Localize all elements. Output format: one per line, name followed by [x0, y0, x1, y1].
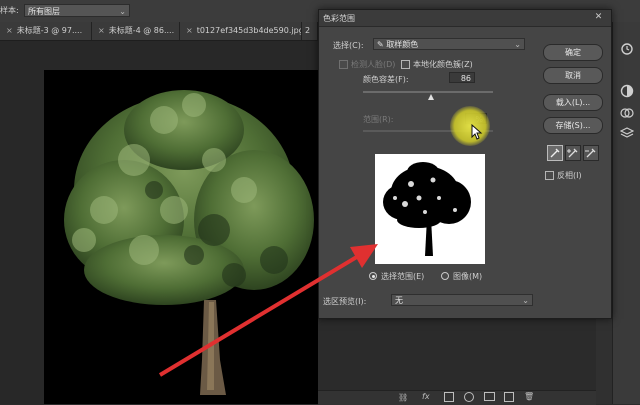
annotation-arrow [158, 244, 378, 377]
